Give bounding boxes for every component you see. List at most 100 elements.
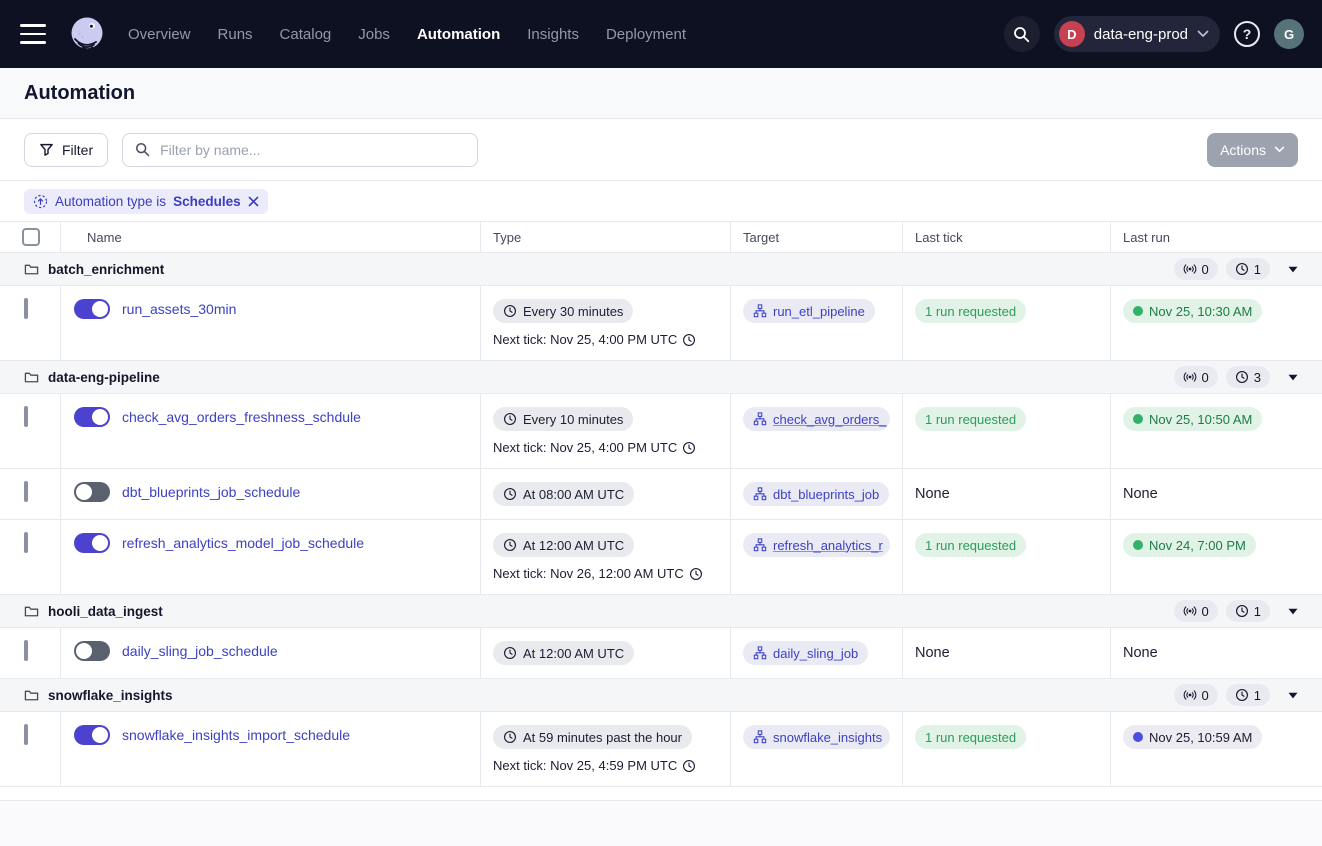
next-tick: Next tick: Nov 25, 4:00 PM UTC	[493, 332, 718, 347]
group-name: batch_enrichment	[48, 262, 164, 277]
last-run-label: Nov 25, 10:59 AM	[1149, 730, 1252, 745]
filter-chip-prefix: Automation type is	[55, 194, 166, 209]
active-filter-chip[interactable]: Automation type is Schedules	[24, 189, 268, 214]
clock-icon	[503, 412, 517, 426]
row-checkbox[interactable]	[24, 640, 28, 661]
last-run-status[interactable]: Nov 25, 10:30 AM	[1123, 299, 1262, 323]
page-title: Automation	[24, 82, 135, 105]
target-pill[interactable]: snowflake_insights	[743, 725, 890, 749]
nav-overview[interactable]: Overview	[128, 26, 191, 43]
target-pill[interactable]: refresh_analytics_r	[743, 533, 890, 557]
row-checkbox[interactable]	[24, 298, 28, 319]
job-graph-icon	[753, 304, 767, 318]
row-checkbox[interactable]	[24, 481, 28, 502]
automation-name-link[interactable]: refresh_analytics_model_job_schedule	[122, 533, 364, 553]
schedule-pill: At 12:00 AM UTC	[493, 641, 634, 665]
schedule-toggle[interactable]	[74, 641, 110, 661]
clock-icon	[689, 567, 703, 581]
folder-icon	[24, 370, 39, 385]
hamburger-menu-icon[interactable]	[20, 24, 46, 44]
chevron-down-icon	[1197, 30, 1209, 38]
group-row[interactable]: hooli_data_ingest 0 1	[0, 595, 1322, 628]
nav-automation[interactable]: Automation	[417, 26, 500, 43]
table-header: Name Type Target Last tick Last run	[0, 221, 1322, 253]
select-all-checkbox[interactable]	[22, 228, 40, 246]
last-run-label: Nov 25, 10:30 AM	[1149, 304, 1252, 319]
folder-icon	[24, 688, 39, 703]
automation-name-link[interactable]: check_avg_orders_freshness_schdule	[122, 407, 361, 427]
help-button[interactable]: ?	[1234, 21, 1260, 47]
nav-insights[interactable]: Insights	[527, 26, 579, 43]
clock-icon	[503, 646, 517, 660]
sensor-count-badge: 0	[1174, 600, 1218, 622]
row-checkbox[interactable]	[24, 406, 28, 427]
user-avatar[interactable]: G	[1274, 19, 1304, 49]
deployment-switcher[interactable]: D data-eng-prod	[1054, 16, 1220, 52]
schedule-count-badge: 1	[1226, 258, 1270, 280]
search-button[interactable]	[1004, 16, 1040, 52]
nav-deployment[interactable]: Deployment	[606, 26, 686, 43]
table-row: refresh_analytics_model_job_schedule At …	[0, 520, 1322, 595]
dagster-logo[interactable]	[66, 13, 108, 55]
group-expand-caret[interactable]	[1288, 608, 1298, 615]
filter-button[interactable]: Filter	[24, 133, 108, 167]
deployment-avatar: D	[1059, 21, 1085, 47]
table-body: batch_enrichment 0 1	[0, 253, 1322, 787]
schedule-toggle[interactable]	[74, 482, 110, 502]
last-run-status[interactable]: Nov 25, 10:50 AM	[1123, 407, 1262, 431]
next-tick: Next tick: Nov 25, 4:59 PM UTC	[493, 758, 718, 773]
nav-catalog[interactable]: Catalog	[280, 26, 332, 43]
schedule-toggle[interactable]	[74, 407, 110, 427]
group-expand-caret[interactable]	[1288, 266, 1298, 273]
actions-button[interactable]: Actions	[1207, 133, 1298, 167]
group-row[interactable]: snowflake_insights 0 1	[0, 679, 1322, 712]
top-navigation-bar: Overview Runs Catalog Jobs Automation In…	[0, 0, 1322, 68]
clock-icon	[1235, 604, 1249, 618]
clock-icon	[503, 487, 517, 501]
schedule-pill-label: Every 10 minutes	[523, 412, 623, 427]
caret-down-icon	[1288, 374, 1298, 381]
target-pill[interactable]: run_etl_pipeline	[743, 299, 875, 323]
run-status-dot	[1133, 414, 1143, 424]
group-expand-caret[interactable]	[1288, 692, 1298, 699]
target-pill[interactable]: dbt_blueprints_job	[743, 482, 889, 506]
last-run-status[interactable]: Nov 24, 7:00 PM	[1123, 533, 1256, 557]
last-tick-status: 1 run requested	[915, 533, 1026, 557]
last-run-status[interactable]: Nov 25, 10:59 AM	[1123, 725, 1262, 749]
row-checkbox[interactable]	[24, 724, 28, 745]
nav-jobs[interactable]: Jobs	[358, 26, 390, 43]
nav-runs[interactable]: Runs	[218, 26, 253, 43]
name-filter-input[interactable]	[158, 141, 465, 159]
caret-down-icon	[1288, 266, 1298, 273]
automation-name-link[interactable]: run_assets_30min	[122, 299, 236, 319]
funnel-icon	[39, 142, 54, 157]
group-schedule-count: 3	[1254, 370, 1261, 385]
schedule-toggle[interactable]	[74, 533, 110, 553]
table-row: daily_sling_job_schedule At 12:00 AM UTC	[0, 628, 1322, 679]
table-row: run_assets_30min Every 30 minutes Next t…	[0, 286, 1322, 361]
sensor-icon	[1183, 604, 1197, 618]
search-icon	[1013, 26, 1030, 43]
automation-name-link[interactable]: dbt_blueprints_job_schedule	[122, 482, 300, 502]
automation-name-link[interactable]: daily_sling_job_schedule	[122, 641, 278, 661]
last-run-label: Nov 25, 10:50 AM	[1149, 412, 1252, 427]
target-pill[interactable]: check_avg_orders_	[743, 407, 890, 431]
schedule-toggle[interactable]	[74, 299, 110, 319]
run-status-dot	[1133, 306, 1143, 316]
row-checkbox[interactable]	[24, 532, 28, 553]
close-icon[interactable]	[248, 196, 259, 207]
target-pill-label: run_etl_pipeline	[773, 304, 865, 319]
last-run-label: Nov 24, 7:00 PM	[1149, 538, 1246, 553]
schedule-toggle[interactable]	[74, 725, 110, 745]
target-pill[interactable]: daily_sling_job	[743, 641, 868, 665]
group-row[interactable]: data-eng-pipeline 0 3	[0, 361, 1322, 394]
group-sensor-count: 0	[1202, 370, 1209, 385]
target-pill-label: daily_sling_job	[773, 646, 858, 661]
clock-icon	[682, 441, 696, 455]
sensor-icon	[1183, 262, 1197, 276]
automation-name-link[interactable]: snowflake_insights_import_schedule	[122, 725, 350, 745]
target-pill-label: snowflake_insights	[773, 730, 882, 745]
folder-icon	[24, 604, 39, 619]
group-expand-caret[interactable]	[1288, 374, 1298, 381]
group-row[interactable]: batch_enrichment 0 1	[0, 253, 1322, 286]
